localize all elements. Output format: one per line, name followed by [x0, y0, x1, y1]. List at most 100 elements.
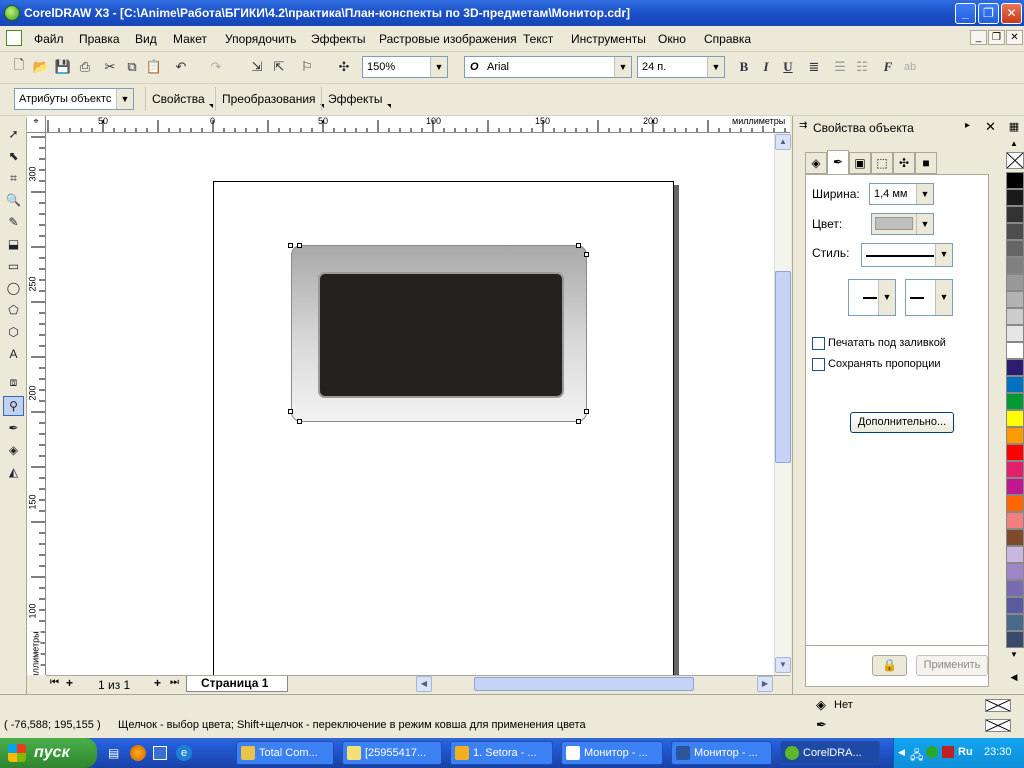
- vertical-ruler[interactable]: 300 250 200 150 100 миллиметры: [27, 133, 46, 675]
- color-swatch[interactable]: [1006, 478, 1024, 495]
- menu-edit[interactable]: Правка: [79, 32, 120, 46]
- color-swatch[interactable]: [1006, 393, 1024, 410]
- color-swatch[interactable]: [1006, 597, 1024, 614]
- scroll-down-button[interactable]: ▼: [775, 657, 791, 673]
- selection-handle[interactable]: [297, 419, 302, 424]
- menu-window[interactable]: Окно: [658, 32, 686, 46]
- page-tab[interactable]: Страница 1: [186, 676, 288, 692]
- menu-help[interactable]: Справка: [704, 32, 751, 46]
- end-arrow-select[interactable]: ▼: [905, 279, 953, 316]
- color-swatch[interactable]: [1006, 444, 1024, 461]
- bullets-icon[interactable]: ☰: [829, 56, 851, 78]
- drop-cap-icon[interactable]: ☷: [851, 56, 873, 78]
- selection-handle[interactable]: [288, 243, 293, 248]
- zoom-tool-icon[interactable]: 🔍: [3, 190, 24, 210]
- general-tab-icon[interactable]: ▣: [849, 152, 871, 174]
- first-page-button[interactable]: ⏮: [50, 677, 59, 688]
- color-swatch[interactable]: [1006, 291, 1024, 308]
- selection-handle[interactable]: [297, 243, 302, 248]
- color-swatch[interactable]: [1006, 223, 1024, 240]
- undo-icon[interactable]: ↶: [170, 56, 192, 78]
- cut-icon[interactable]: ✂: [99, 56, 121, 78]
- network-icon[interactable]: 🖧: [910, 746, 923, 767]
- color-swatch[interactable]: [1006, 376, 1024, 393]
- selection-handle[interactable]: [584, 252, 589, 257]
- security-icon[interactable]: [926, 746, 938, 758]
- antivirus-icon[interactable]: [942, 746, 954, 758]
- corel-online-icon[interactable]: ✣: [333, 56, 355, 78]
- last-page-button[interactable]: ⏭: [170, 677, 179, 688]
- paste-icon[interactable]: 📋: [143, 56, 165, 78]
- outline-swatch[interactable]: [985, 719, 1011, 732]
- palette-scroll-down-icon[interactable]: ▼: [1005, 650, 1023, 660]
- task-2[interactable]: [25955417...: [342, 741, 442, 765]
- task-coreldraw[interactable]: CorelDRA...: [780, 741, 880, 765]
- color-swatch[interactable]: [1006, 257, 1024, 274]
- monitor-screen-shape[interactable]: [318, 272, 564, 398]
- ruler-origin[interactable]: ⌖: [27, 116, 46, 133]
- underline-button[interactable]: U: [777, 56, 799, 78]
- color-swatch[interactable]: [1006, 206, 1024, 223]
- menu-arrange[interactable]: Упорядочить: [225, 32, 296, 46]
- import-icon[interactable]: ⇲: [246, 56, 268, 78]
- zoom-select[interactable]: 150% ▼: [362, 56, 448, 78]
- horizontal-ruler[interactable]: 50 0 50 100 150 200 миллиметры: [46, 116, 790, 133]
- selection-handle[interactable]: [576, 243, 581, 248]
- bold-button[interactable]: B: [733, 56, 755, 78]
- doc-close-button[interactable]: ✕: [1006, 30, 1023, 45]
- color-swatch[interactable]: [1006, 359, 1024, 376]
- color-swatch[interactable]: [1006, 580, 1024, 597]
- menu-text[interactable]: Текст: [523, 32, 553, 46]
- color-swatch[interactable]: [1006, 240, 1024, 257]
- fill-tab-icon[interactable]: ◈: [805, 152, 827, 174]
- application-launcher-icon[interactable]: ⚐: [296, 56, 318, 78]
- language-indicator[interactable]: Ru: [958, 746, 973, 758]
- color-swatch[interactable]: [1006, 427, 1024, 444]
- open-icon[interactable]: 📂: [30, 56, 52, 78]
- color-swatch[interactable]: [1006, 631, 1024, 648]
- scroll-up-button[interactable]: ▲: [775, 134, 791, 150]
- interactive-fill-tool-icon[interactable]: ◭: [3, 462, 24, 482]
- color-swatch[interactable]: [1006, 461, 1024, 478]
- monitor-shape[interactable]: [291, 245, 587, 422]
- detail-tab-icon[interactable]: ⬚: [871, 152, 893, 174]
- outline-style-select[interactable]: ▼: [861, 243, 953, 267]
- firefox-icon[interactable]: [130, 745, 146, 761]
- print-icon[interactable]: ⎙: [74, 56, 96, 78]
- color-swatch[interactable]: [1006, 563, 1024, 580]
- task-monitor-1[interactable]: Монитор - ...: [561, 741, 663, 765]
- shape-tool-icon[interactable]: ⬉: [3, 146, 24, 166]
- pick-tool-icon[interactable]: ➚: [3, 124, 24, 144]
- eyedropper-tool-icon[interactable]: ⚲: [3, 396, 24, 416]
- palette-scroll-up-icon[interactable]: ▲: [1005, 140, 1023, 148]
- menu-file[interactable]: Файл: [34, 32, 64, 46]
- fill-swatch[interactable]: [985, 699, 1011, 712]
- selection-handle[interactable]: [288, 409, 293, 414]
- no-color-swatch[interactable]: [1006, 152, 1024, 169]
- doc-restore-button[interactable]: ❐: [988, 30, 1005, 45]
- italic-button[interactable]: I: [755, 56, 777, 78]
- color-swatch[interactable]: [1006, 546, 1024, 563]
- color-swatch[interactable]: [1006, 342, 1024, 359]
- color-swatch[interactable]: [1006, 410, 1024, 427]
- outline-width-select[interactable]: 1,4 мм ▼: [869, 183, 934, 205]
- advanced-button[interactable]: Дополнительно...: [850, 412, 954, 433]
- close-button[interactable]: ✕: [1001, 3, 1022, 24]
- interactive-blend-tool-icon[interactable]: ⧈: [3, 372, 24, 392]
- keep-proportions-checkbox[interactable]: [812, 358, 825, 371]
- ellipse-tool-icon[interactable]: ◯: [3, 278, 24, 298]
- task-setora[interactable]: 1. Setora - ...: [450, 741, 553, 765]
- color-swatch[interactable]: [1006, 529, 1024, 546]
- palette-options-icon[interactable]: ▦: [1005, 120, 1023, 136]
- color-swatch[interactable]: [1006, 274, 1024, 291]
- docker-close-button[interactable]: ✕: [985, 119, 996, 135]
- doc-minimize-button[interactable]: _: [970, 30, 987, 45]
- docker-menu-icon[interactable]: ▸: [965, 120, 970, 131]
- restore-button[interactable]: ❐: [978, 3, 999, 24]
- freehand-tool-icon[interactable]: ✎: [3, 212, 24, 232]
- menu-view[interactable]: Вид: [135, 32, 157, 46]
- tray-expand-icon[interactable]: ◀: [898, 747, 905, 758]
- palette-expand-icon[interactable]: ◀: [1005, 672, 1023, 684]
- task-total-commander[interactable]: Total Com...: [236, 741, 334, 765]
- outline-color-picker[interactable]: ▼: [871, 213, 934, 235]
